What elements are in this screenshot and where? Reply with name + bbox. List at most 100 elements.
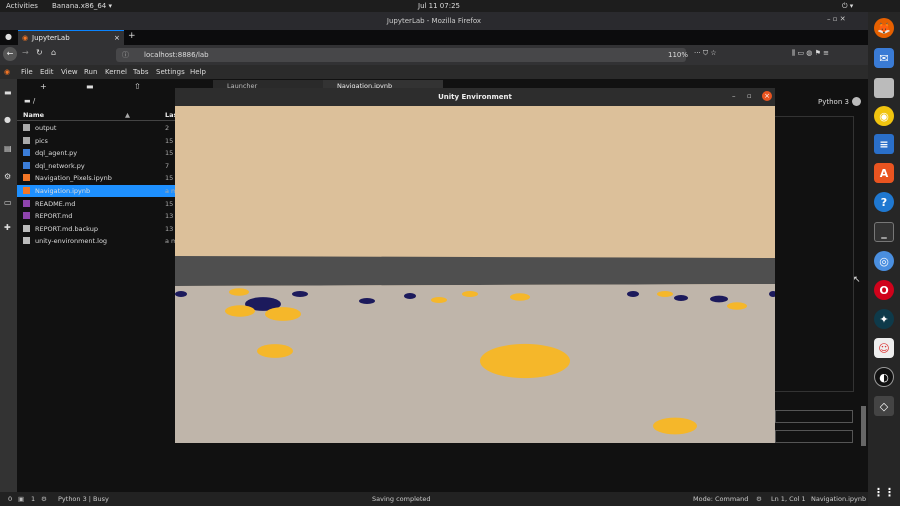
new-tab-button[interactable]: +: [128, 31, 136, 41]
unity-title-bar[interactable]: Unity Environment: [175, 88, 775, 106]
new-folder-icon[interactable]: ▬: [86, 82, 94, 91]
mode-indicator[interactable]: Mode: Command: [693, 492, 748, 506]
blue-banana: [627, 291, 639, 297]
file-list-item[interactable]: Navigation.ipynb a m: [17, 185, 178, 197]
activities-button[interactable]: Activities: [6, 0, 38, 12]
file-name: dql_network.py: [35, 161, 85, 170]
property-inspector-icon[interactable]: ⚙: [4, 172, 11, 181]
code-cell-input[interactable]: [775, 410, 853, 423]
yellow-banana: [727, 302, 747, 310]
file-name: Navigation.ipynb: [35, 187, 91, 195]
tab-jupyterlab[interactable]: ◉ JupyterLab ×: [18, 30, 124, 45]
running-icon[interactable]: ●: [4, 115, 11, 124]
close-tab-icon[interactable]: ×: [114, 31, 120, 45]
extensions-icon[interactable]: ✚: [4, 223, 11, 232]
maximize-icon[interactable]: ▫: [747, 92, 752, 100]
markdown-icon: [23, 199, 30, 207]
file-list-item[interactable]: unity-environment.log a m: [17, 235, 178, 247]
active-app-menu[interactable]: Banana.x86_64 ▾: [52, 0, 112, 12]
page-actions-icon[interactable]: ··· ⛉ ☆: [694, 49, 717, 58]
libreoffice-writer-icon[interactable]: ≡: [874, 134, 894, 154]
info-icon[interactable]: ⓘ: [122, 48, 129, 62]
file-name: unity-environment.log: [35, 237, 108, 246]
file-list-item[interactable]: output 2: [17, 122, 178, 134]
reload-icon[interactable]: ↻: [36, 48, 43, 57]
menu-tabs[interactable]: Tabs: [133, 65, 149, 79]
menu-kernel[interactable]: Kernel: [105, 65, 127, 79]
menu-help[interactable]: Help: [190, 65, 206, 79]
active-file: Navigation.ipynb: [811, 495, 867, 503]
kernel-count[interactable]: 1: [31, 492, 35, 506]
url-bar[interactable]: ⓘ localhost:8886/lab 110%: [116, 48, 688, 62]
software-center-icon[interactable]: A: [874, 163, 894, 183]
zoom-level[interactable]: 110%: [668, 48, 688, 62]
firefox-icon[interactable]: 🦊: [874, 18, 894, 38]
file-last-modified: 15: [165, 136, 174, 145]
menu-run[interactable]: Run: [84, 65, 97, 79]
menu-view[interactable]: View: [61, 65, 78, 79]
kernel-status[interactable]: Python 3 | Busy: [58, 492, 109, 506]
terminal-icon-small: ▣: [18, 495, 25, 503]
file-last-modified: 7: [165, 161, 170, 170]
rhythmbox-icon[interactable]: ◉: [874, 106, 894, 126]
file-list-item[interactable]: Navigation_Pixels.ipynb 15: [17, 172, 178, 184]
unity-game-view[interactable]: [175, 106, 775, 443]
obs-icon[interactable]: ◐: [874, 367, 894, 387]
sort-icon: ▲: [125, 111, 130, 119]
yellow-banana: [225, 305, 255, 317]
files-icon[interactable]: [874, 78, 894, 98]
terminal-icon[interactable]: _: [874, 222, 894, 242]
folder-tab-icon[interactable]: ▬: [4, 88, 12, 97]
back-icon[interactable]: ←: [3, 47, 17, 61]
show-applications-icon[interactable]: ⋮⋮: [873, 482, 895, 502]
library-icon[interactable]: ⫼ ▭ ◍ ⚑ ≡: [792, 49, 829, 58]
yellow-banana: [657, 290, 673, 298]
scrollbar[interactable]: [861, 406, 866, 446]
ghost-app-icon[interactable]: ☺: [874, 338, 894, 358]
file-list-item[interactable]: README.md 15: [17, 198, 178, 210]
clock[interactable]: Jul 11 07:25: [418, 0, 460, 12]
close-icon[interactable]: ×: [762, 91, 772, 101]
notebook-icon: [23, 187, 30, 194]
system-menu-icon[interactable]: ⏻ ▾: [842, 0, 853, 12]
open-tabs-icon[interactable]: ▭: [4, 198, 12, 207]
kernel-name[interactable]: Python 3: [818, 98, 849, 106]
menu-file[interactable]: File: [21, 65, 33, 79]
file-icon: [23, 224, 30, 232]
column-name[interactable]: Name: [23, 109, 44, 121]
help-icon[interactable]: ?: [874, 192, 894, 212]
gitkraken-icon[interactable]: ✦: [874, 309, 894, 329]
firefox-title-bar: JupyterLab - Mozilla Firefox: [0, 12, 868, 30]
file-last-modified: 15: [165, 174, 174, 183]
file-list-item[interactable]: pics 15: [17, 135, 178, 147]
chromium-icon[interactable]: ◎: [874, 251, 894, 271]
terminal-count[interactable]: 0: [8, 492, 12, 506]
opera-icon[interactable]: O: [874, 280, 894, 300]
forward-icon[interactable]: →: [22, 48, 29, 57]
code-cell-input[interactable]: [775, 430, 853, 443]
unity-icon[interactable]: ◇: [874, 396, 894, 416]
commands-icon[interactable]: ▤: [4, 144, 12, 153]
minimize-icon[interactable]: –: [732, 92, 736, 100]
file-last-modified: 15: [165, 149, 174, 158]
kernel-status-icon: [852, 97, 861, 106]
file-list-header[interactable]: Name ▲ Last: [17, 109, 181, 121]
cursor-position[interactable]: Ln 1, Col 1: [771, 492, 806, 506]
file-list-item[interactable]: dql_network.py 7: [17, 160, 178, 172]
breadcrumb[interactable]: ▬ /: [24, 97, 35, 105]
file-last-modified: 13: [165, 224, 174, 233]
new-launcher-button[interactable]: +: [40, 82, 47, 91]
menu-settings[interactable]: Settings: [156, 65, 185, 79]
settings-icon[interactable]: ⚙: [756, 492, 762, 506]
file-list-item[interactable]: dql_agent.py 15: [17, 147, 178, 159]
file-list-item[interactable]: REPORT.md.backup 13: [17, 223, 178, 235]
file-list-item[interactable]: REPORT.md 13: [17, 210, 178, 222]
menu-edit[interactable]: Edit: [40, 65, 54, 79]
github-icon[interactable]: ●: [5, 32, 12, 41]
home-icon[interactable]: ⌂: [51, 48, 56, 57]
thunderbird-icon[interactable]: ✉: [874, 48, 894, 68]
file-name: pics: [35, 136, 48, 145]
blue-banana: [674, 295, 688, 301]
upload-icon[interactable]: ⇧: [134, 82, 141, 91]
window-controls[interactable]: – ▫ ✕: [827, 15, 846, 23]
